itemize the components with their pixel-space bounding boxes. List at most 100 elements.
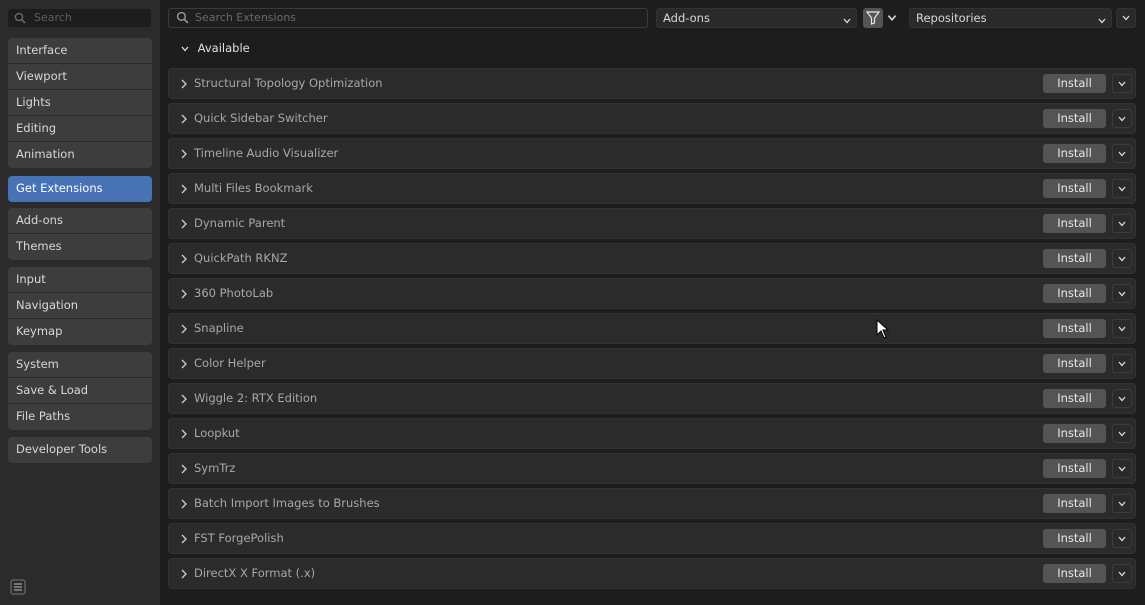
repositories-dropdown[interactable]: Repositories xyxy=(909,8,1112,28)
install-button[interactable]: Install xyxy=(1043,529,1106,548)
extension-row[interactable]: Timeline Audio Visualizer Install xyxy=(168,138,1136,169)
sidebar-item-add-ons[interactable]: Add-ons xyxy=(8,208,152,234)
install-button[interactable]: Install xyxy=(1043,249,1106,268)
sidebar-item-input[interactable]: Input xyxy=(8,267,152,293)
extension-menu-button[interactable] xyxy=(1112,529,1132,548)
extension-menu-button[interactable] xyxy=(1112,494,1132,513)
chevron-right-icon[interactable] xyxy=(179,218,189,233)
chevron-down-icon[interactable] xyxy=(886,12,898,27)
extension-menu-button[interactable] xyxy=(1112,144,1132,163)
extension-name: Quick Sidebar Switcher xyxy=(194,111,328,125)
available-section-header[interactable]: Available xyxy=(180,40,250,56)
extension-menu-button[interactable] xyxy=(1112,319,1132,338)
chevron-right-icon[interactable] xyxy=(179,183,189,198)
sidebar-item-interface[interactable]: Interface xyxy=(8,38,152,64)
chevron-right-icon[interactable] xyxy=(179,148,189,163)
extension-row[interactable]: Batch Import Images to Brushes Install xyxy=(168,488,1136,519)
extensions-search-input[interactable]: Search Extensions xyxy=(168,8,648,28)
sidebar-search-placeholder: Search xyxy=(34,11,72,24)
sidebar-group: Add-ons Themes xyxy=(8,208,152,260)
extension-row[interactable]: Wiggle 2: RTX Edition Install xyxy=(168,383,1136,414)
extension-menu-button[interactable] xyxy=(1112,354,1132,373)
extension-name: Structural Topology Optimization xyxy=(194,76,383,90)
install-button[interactable]: Install xyxy=(1043,179,1106,198)
chevron-right-icon[interactable] xyxy=(179,78,189,93)
extension-name: FST ForgePolish xyxy=(194,531,284,545)
install-button[interactable]: Install xyxy=(1043,74,1106,93)
sidebar-item-editing[interactable]: Editing xyxy=(8,116,152,142)
install-button[interactable]: Install xyxy=(1043,389,1106,408)
extension-row[interactable]: DirectX X Format (.x) Install xyxy=(168,558,1136,589)
install-button[interactable]: Install xyxy=(1043,109,1106,128)
install-button[interactable]: Install xyxy=(1043,214,1106,233)
extension-menu-button[interactable] xyxy=(1112,179,1132,198)
chevron-right-icon[interactable] xyxy=(179,113,189,128)
extension-menu-button[interactable] xyxy=(1112,74,1132,93)
extension-menu-button[interactable] xyxy=(1112,459,1132,478)
chevron-right-icon[interactable] xyxy=(179,323,189,338)
extension-row[interactable]: Snapline Install xyxy=(168,313,1136,344)
extension-row[interactable]: Color Helper Install xyxy=(168,348,1136,379)
install-button[interactable]: Install xyxy=(1043,354,1106,373)
install-button[interactable]: Install xyxy=(1043,564,1106,583)
extension-menu-button[interactable] xyxy=(1112,214,1132,233)
top-bar: Search Extensions Add-ons Repositories xyxy=(160,0,1145,36)
install-button[interactable]: Install xyxy=(1043,319,1106,338)
sidebar-item-get-extensions[interactable]: Get Extensions xyxy=(8,176,152,202)
extension-row[interactable]: Quick Sidebar Switcher Install xyxy=(168,103,1136,134)
sidebar-item-animation[interactable]: Animation xyxy=(8,142,152,168)
sidebar-item-keymap[interactable]: Keymap xyxy=(8,319,152,345)
chevron-right-icon[interactable] xyxy=(179,288,189,303)
extension-name: Multi Files Bookmark xyxy=(194,181,313,195)
install-button[interactable]: Install xyxy=(1043,144,1106,163)
install-button[interactable]: Install xyxy=(1043,459,1106,478)
extension-name: 360 PhotoLab xyxy=(194,286,274,300)
extension-row[interactable]: SymTrz Install xyxy=(168,453,1136,484)
extension-name: DirectX X Format (.x) xyxy=(194,566,316,580)
menu-icon[interactable] xyxy=(10,579,26,595)
extension-menu-button[interactable] xyxy=(1112,284,1132,303)
chevron-right-icon[interactable] xyxy=(179,463,189,478)
type-dropdown[interactable]: Add-ons xyxy=(656,8,857,28)
extension-name: Color Helper xyxy=(194,356,266,370)
chevron-right-icon[interactable] xyxy=(179,253,189,268)
extension-menu-button[interactable] xyxy=(1112,564,1132,583)
extension-row[interactable]: Structural Topology Optimization Install xyxy=(168,68,1136,99)
install-button[interactable]: Install xyxy=(1043,424,1106,443)
search-placeholder: Search Extensions xyxy=(195,11,297,24)
extension-menu-button[interactable] xyxy=(1112,424,1132,443)
extension-menu-button[interactable] xyxy=(1112,249,1132,268)
install-button[interactable]: Install xyxy=(1043,284,1106,303)
sidebar-item-themes[interactable]: Themes xyxy=(8,234,152,260)
sidebar-item-lights[interactable]: Lights xyxy=(8,90,152,116)
repositories-menu-button[interactable] xyxy=(1116,8,1136,28)
sidebar-group: Get Extensions xyxy=(8,176,152,202)
extension-row[interactable]: Dynamic Parent Install xyxy=(168,208,1136,239)
extension-row[interactable]: 360 PhotoLab Install xyxy=(168,278,1136,309)
extension-name: QuickPath RKNZ xyxy=(194,251,288,265)
chevron-right-icon[interactable] xyxy=(179,393,189,408)
sidebar-item-file-paths[interactable]: File Paths xyxy=(8,404,152,430)
chevron-right-icon[interactable] xyxy=(179,428,189,443)
extension-menu-button[interactable] xyxy=(1112,109,1132,128)
sidebar-item-system[interactable]: System xyxy=(8,352,152,378)
chevron-right-icon[interactable] xyxy=(179,533,189,548)
chevron-right-icon[interactable] xyxy=(179,498,189,513)
extension-name: Loopkut xyxy=(194,426,240,440)
chevron-right-icon[interactable] xyxy=(179,568,189,583)
extension-row[interactable]: QuickPath RKNZ Install xyxy=(168,243,1136,274)
extension-menu-button[interactable] xyxy=(1112,389,1132,408)
sidebar-item-navigation[interactable]: Navigation xyxy=(8,293,152,319)
sidebar-item-viewport[interactable]: Viewport xyxy=(8,64,152,90)
install-button[interactable]: Install xyxy=(1043,494,1106,513)
extension-row[interactable]: FST ForgePolish Install xyxy=(168,523,1136,554)
extension-name: Dynamic Parent xyxy=(194,216,286,230)
extension-row[interactable]: Loopkut Install xyxy=(168,418,1136,449)
sidebar-item-developer-tools[interactable]: Developer Tools xyxy=(8,437,152,463)
filter-button[interactable] xyxy=(863,8,883,28)
preferences-sidebar: Search Interface Viewport Lights Editing Ani… xyxy=(0,0,160,605)
sidebar-search-input[interactable]: Search xyxy=(8,9,151,27)
chevron-right-icon[interactable] xyxy=(179,358,189,373)
sidebar-item-save-load[interactable]: Save & Load xyxy=(8,378,152,404)
extension-row[interactable]: Multi Files Bookmark Install xyxy=(168,173,1136,204)
